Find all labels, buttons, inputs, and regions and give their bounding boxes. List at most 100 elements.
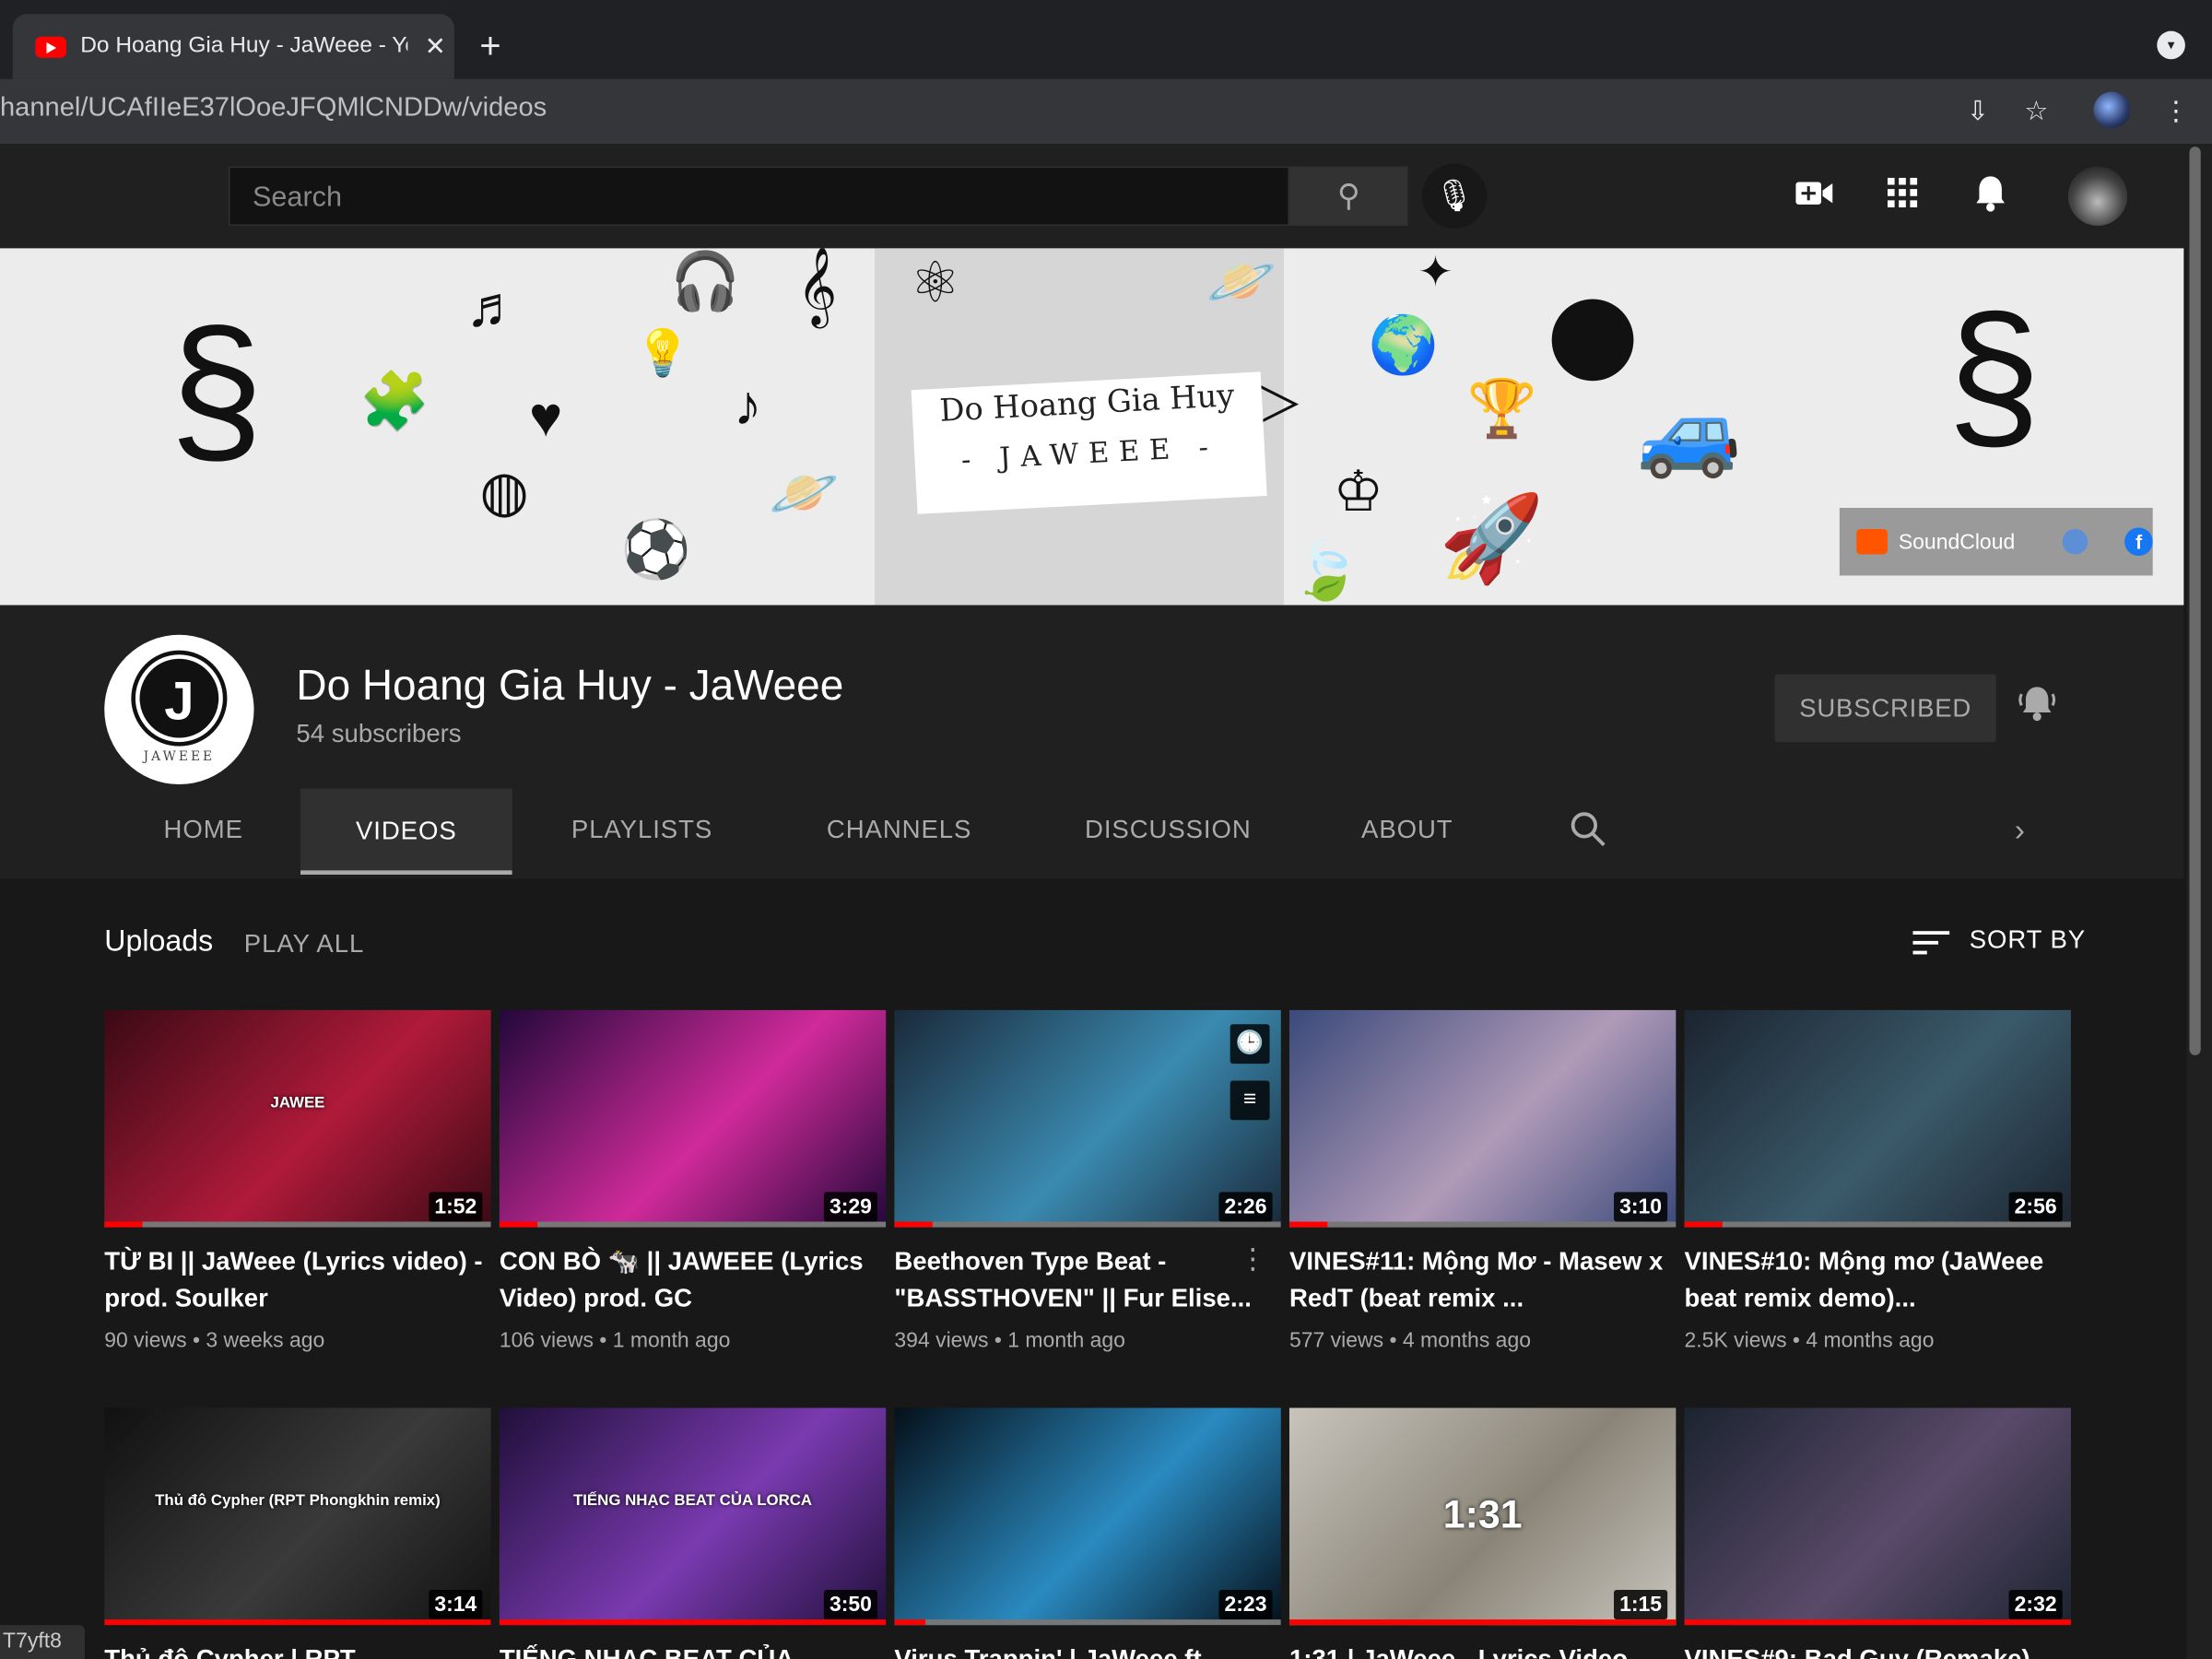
apps-grid-icon[interactable] <box>1887 175 1919 218</box>
thumbnail-caption: JAWEE <box>270 1094 325 1112</box>
atom-icon: ⚛ <box>910 252 961 315</box>
video-duration: 2:56 <box>2008 1192 2063 1222</box>
uploads-title: Uploads <box>104 925 214 959</box>
install-app-icon[interactable]: ⇩ <box>1967 96 1989 128</box>
scrollbar-thumb[interactable] <box>2189 147 2201 1055</box>
headphones-icon: 🎧 <box>670 251 741 313</box>
video-thumbnail[interactable]: 1:31 1:15 <box>1288 1407 1677 1626</box>
video-meta: 106 views • 1 month ago <box>499 1328 731 1353</box>
sort-by-button[interactable]: SORT BY <box>1970 925 2086 955</box>
channel-avatar: J JAWEEE <box>104 634 254 785</box>
browser-menu-icon[interactable]: ⋮ <box>2162 96 2189 128</box>
video-thumbnail[interactable]: 2:23 <box>894 1407 1281 1626</box>
channel-search-icon[interactable] <box>1571 811 1607 858</box>
sort-icon[interactable] <box>1912 928 1950 963</box>
video-thumbnail[interactable]: 3:10 <box>1288 1009 1677 1228</box>
browser-tab[interactable]: Do Hoang Gia Huy - JaWeee - YouTube ✕ <box>12 14 454 79</box>
crown-icon: ♔ <box>1333 461 1384 524</box>
facebook-icon[interactable]: f <box>2124 527 2153 557</box>
video-card[interactable]: 2:56 VINES#10: Mộng mơ (JaWeee beat remix… <box>1684 1009 2071 1353</box>
watch-progress-fill <box>1288 1619 1677 1626</box>
video-card[interactable]: TIẾNG NHẠC BEAT CỦA LORCA 3:50 TIẾNG NHẠC … <box>499 1407 887 1659</box>
soundcloud-icon[interactable] <box>1856 528 1888 555</box>
tab-home[interactable]: HOME <box>164 816 243 845</box>
notifications-bell-icon[interactable] <box>1975 175 2006 222</box>
watch-progress-bar <box>1684 1619 2071 1626</box>
new-tab-button[interactable]: + <box>479 22 500 67</box>
watch-progress-fill <box>1684 1619 2071 1626</box>
bookmark-star-icon[interactable]: ☆ <box>2024 96 2048 128</box>
create-video-icon[interactable] <box>1794 175 1834 218</box>
video-thumbnail[interactable]: 🕒 ≡ 2:26 <box>894 1009 1281 1228</box>
subscribed-button[interactable]: SUBSCRIBED <box>1774 674 1996 743</box>
video-title[interactable]: Virus Trappin' | JaWeee ft. <box>894 1641 1280 1659</box>
video-card[interactable]: 1:31 1:15 1:31 | JaWeee - Lyrics Video <box>1288 1407 1677 1659</box>
tab-search-icon[interactable]: ▾ <box>2157 30 2185 60</box>
microphone-icon[interactable]: 🎙 <box>1421 163 1488 229</box>
video-title[interactable]: TỪ BI || JaWeee (Lyrics video) - prod. S… <box>104 1242 490 1316</box>
video-thumbnail[interactable]: 2:56 <box>1684 1009 2071 1228</box>
user-avatar[interactable] <box>2067 166 2128 226</box>
soundcloud-link[interactable]: SoundCloud <box>1899 530 2015 554</box>
video-card[interactable]: 2:32 VINES#9: Bad Guy (Remake) <box>1684 1407 2071 1659</box>
soccer-ball-icon: ⚽ <box>620 519 691 582</box>
browser-profile-avatar[interactable] <box>2093 91 2131 129</box>
lightbulb-icon: 💡 <box>634 327 691 379</box>
leaf-icon: 🍃 <box>1290 540 1361 603</box>
watch-later-icon[interactable]: 🕒 <box>1230 1024 1270 1065</box>
video-card[interactable]: 2:23 Virus Trappin' | JaWeee ft. <box>894 1407 1281 1659</box>
tab-title: Do Hoang Gia Huy - JaWeee - YouTube <box>80 33 407 58</box>
video-title[interactable]: Thủ đô Cypher | RPT <box>104 1641 490 1659</box>
video-card[interactable]: 3:10 VINES#11: Mộng Mơ - Masew x RedT (be… <box>1288 1009 1677 1353</box>
video-meta: 394 views • 1 month ago <box>894 1328 1125 1353</box>
video-duration: 3:10 <box>1613 1192 1668 1222</box>
video-title[interactable]: CON BÒ 🐄 || JAWEEE (Lyrics Video) prod. … <box>500 1242 886 1316</box>
puzzle-icon: 🧩 <box>359 371 430 433</box>
tab-close-icon[interactable]: ✕ <box>425 31 446 61</box>
add-to-queue-icon[interactable]: ≡ <box>1230 1080 1270 1121</box>
website-globe-icon[interactable] <box>2063 528 2088 555</box>
watch-progress-fill <box>499 1221 538 1228</box>
tabs-next-chevron-icon[interactable]: › <box>2015 813 2025 850</box>
tab-channels[interactable]: CHANNELS <box>827 816 971 845</box>
video-duration: 3:14 <box>429 1589 483 1620</box>
tab-about[interactable]: ABOUT <box>1361 816 1453 845</box>
video-thumbnail[interactable]: 3:29 <box>499 1009 887 1228</box>
trophy-icon: 🏆 <box>1466 378 1538 441</box>
video-title[interactable]: 1:31 | JaWeee - Lyrics Video <box>1289 1641 1676 1659</box>
tab-playlists[interactable]: PLAYLISTS <box>571 816 712 845</box>
watch-progress-bar <box>1288 1221 1677 1228</box>
video-card[interactable]: JAWEE 1:52 TỪ BI || JaWeee (Lyrics video) … <box>104 1009 491 1353</box>
video-card[interactable]: 🕒 ≡ 2:26 Beethoven Type Beat - "BASSTHOVEN"… <box>894 1009 1281 1353</box>
tab-videos[interactable]: VIDEOS <box>300 788 512 875</box>
watch-progress-fill <box>499 1619 887 1626</box>
video-title[interactable]: VINES#11: Mộng Mơ - Masew x RedT (beat r… <box>1289 1242 1676 1316</box>
planet-icon: 🪐 <box>1206 251 1277 313</box>
video-thumbnail[interactable]: Thủ đô Cypher (RPT Phongkhin remix) 3:14 <box>104 1407 491 1626</box>
notification-settings-bell-icon[interactable] <box>2018 683 2057 733</box>
banner-title-line2: - JAWEEE - <box>959 429 1219 477</box>
search-input[interactable]: Search <box>228 166 1289 226</box>
video-title[interactable]: VINES#10: Mộng mơ (JaWeee beat remix dem… <box>1685 1242 2071 1316</box>
channel-name: Do Hoang Gia Huy - JaWeee <box>296 663 844 710</box>
subscriber-count: 54 subscribers <box>296 719 462 748</box>
banner-links: SoundCloud f <box>1839 508 2153 576</box>
video-thumbnail[interactable]: 2:32 <box>1684 1407 2071 1626</box>
play-all-button[interactable]: PLAY ALL <box>244 930 364 959</box>
video-title[interactable]: TIẾNG NHẠC BEAT CỦA <box>500 1641 886 1659</box>
search-button-icon[interactable]: ⚲ <box>1288 166 1408 226</box>
tab-discussion[interactable]: DISCUSSION <box>1085 816 1252 845</box>
video-menu-icon[interactable]: ⋮ <box>1239 1241 1267 1277</box>
video-title[interactable]: VINES#9: Bad Guy (Remake) <box>1685 1641 2071 1659</box>
video-duration: 2:26 <box>1218 1192 1273 1222</box>
channel-logo-wordmark: JAWEEE <box>143 750 216 765</box>
video-thumbnail[interactable]: TIẾNG NHẠC BEAT CỦA LORCA 3:50 <box>499 1407 887 1626</box>
squiggle-right-icon: § <box>1947 280 2041 470</box>
watch-progress-fill <box>1288 1221 1328 1228</box>
video-title[interactable]: Beethoven Type Beat - "BASSTHOVEN" || Fu… <box>894 1242 1280 1316</box>
video-thumbnail[interactable]: JAWEE 1:52 <box>104 1009 491 1228</box>
video-card[interactable]: Thủ đô Cypher (RPT Phongkhin remix) 3:14 T… <box>104 1407 491 1659</box>
video-card[interactable]: 3:29 CON BÒ 🐄 || JAWEEE (Lyrics Video) pr… <box>499 1009 887 1353</box>
treble-clef-icon: 𝄞 <box>796 249 838 325</box>
address-bar-url[interactable]: hannel/UCAfIIeE37lOoeJFQMlCNDDw/videos <box>0 93 547 124</box>
